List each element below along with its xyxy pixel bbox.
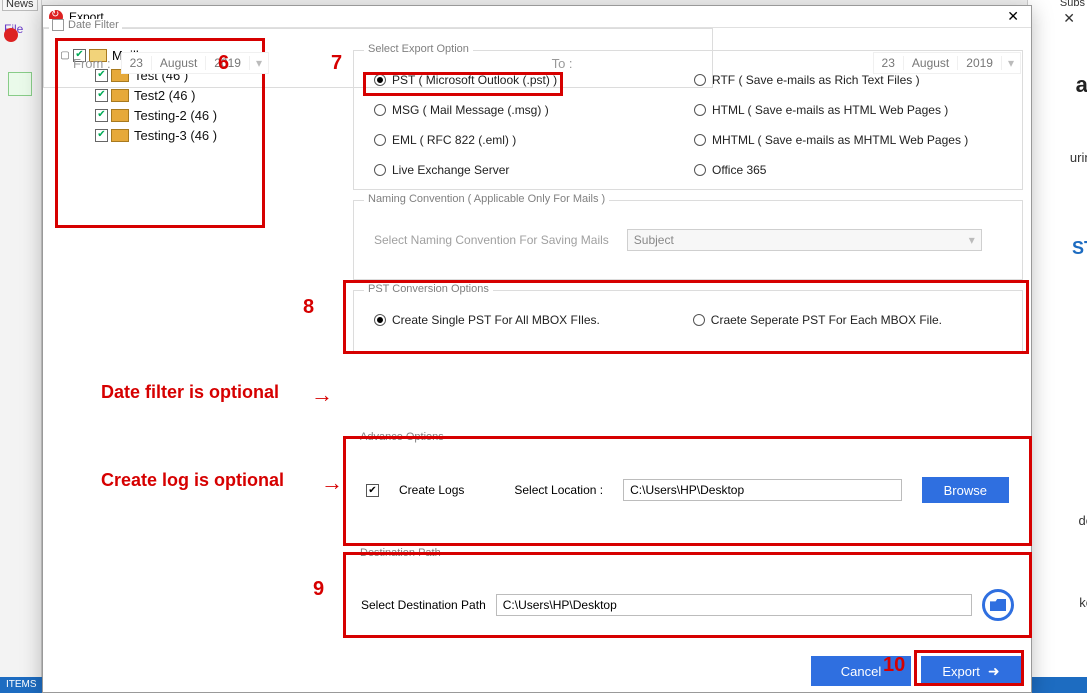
radio-icon [374,104,386,116]
radio-pst[interactable]: PST ( Microsoft Outlook (.pst) ) [374,73,557,87]
radio-exchange[interactable]: Live Exchange Server [374,163,557,177]
from-date: 23August2019▾ [121,52,269,74]
folder-icon [111,129,129,142]
bg-plus-icon [8,72,32,96]
bg-right-pane: ✕ Subs addy uring the l ST de ke [1027,0,1087,693]
bg-app-icon [4,28,18,42]
annotation-date-note: Date filter is optional [101,382,279,403]
tree-checkbox[interactable] [95,129,108,142]
pst-options-group: PST Conversion Options Create Single PST… [353,290,1023,352]
radio-icon [694,134,706,146]
radio-html[interactable]: HTML ( Save e-mails as HTML Web Pages ) [694,103,968,117]
collapse-icon[interactable]: ▢ [60,50,70,61]
tree-checkbox[interactable] [95,89,108,102]
tree-checkbox[interactable] [95,109,108,122]
bg-close-icon: ✕ [1063,10,1075,27]
browse-destination-button[interactable] [982,589,1014,621]
bg-left-strip: News File [0,0,42,693]
naming-legend: Naming Convention ( Applicable Only For … [364,193,609,205]
export-dialog: Export ✕ ▢ Mailbox Test (46 ) Test2 (46 … [42,5,1032,693]
radio-icon [694,74,706,86]
log-location-label: Select Location : [514,483,603,497]
close-button[interactable]: ✕ [1001,8,1025,25]
radio-mhtml[interactable]: MHTML ( Save e-mails as MHTML Web Pages … [694,133,968,147]
folder-icon [111,89,129,102]
log-location-input[interactable] [623,479,902,501]
to-label: To : [552,56,573,71]
radio-separate-pst[interactable]: Craete Seperate PST For Each MBOX File. [693,313,942,327]
arrow-icon: → [311,382,333,408]
annotation-10: 10 [883,654,905,677]
destination-legend: Destination Path [356,547,445,559]
radio-icon [374,74,386,86]
chevron-down-icon: ▾ [1002,56,1020,70]
radio-icon [694,104,706,116]
radio-o365[interactable]: Office 365 [694,163,968,177]
advance-options-group: Advance Options Create Logs Select Locat… [345,438,1030,544]
advance-legend: Advance Options [356,431,448,443]
tree-item[interactable]: Testing-2 (46 ) [82,105,260,125]
radio-icon [693,314,705,326]
export-button[interactable]: Export➜ [921,656,1021,686]
create-logs-checkbox[interactable] [366,484,379,497]
radio-eml[interactable]: EML ( RFC 822 (.eml) ) [374,133,557,147]
tree-item-label: Testing-3 (46 ) [134,128,217,143]
naming-convention-group: Naming Convention ( Applicable Only For … [353,200,1023,280]
folder-icon [990,599,1006,611]
titlebar: Export ✕ [43,6,1031,28]
chevron-down-icon: ▾ [250,56,268,70]
export-arrow-icon: ➜ [988,663,1000,680]
tree-item[interactable]: Test2 (46 ) [82,85,260,105]
browse-button[interactable]: Browse [922,477,1009,503]
bg-news-tab: News [2,0,38,11]
annotation-log-note: Create log is optional [101,470,284,491]
tree-item-label: Testing-2 (46 ) [134,108,217,123]
radio-single-pst[interactable]: Create Single PST For All MBOX FIles. [374,313,600,327]
naming-combo: Subject [627,229,982,251]
from-label: From : [73,56,111,71]
radio-rtf[interactable]: RTF ( Save e-mails as Rich Text Files ) [694,73,968,87]
annotation-6: 6 [218,52,229,75]
arrow-icon: → [321,470,343,496]
naming-label: Select Naming Convention For Saving Mail… [374,233,609,247]
radio-icon [374,314,386,326]
annotation-9: 9 [313,578,324,601]
to-date: 23August2019▾ [873,52,1021,74]
annotation-7: 7 [331,52,342,75]
pst-legend: PST Conversion Options [364,283,493,295]
destination-label: Select Destination Path [361,598,486,612]
destination-group: Destination Path Select Destination Path [345,554,1030,636]
radio-icon [374,134,386,146]
date-filter-checkbox[interactable] [52,19,64,31]
tree-item[interactable]: Testing-3 (46 ) [82,125,260,145]
radio-icon [374,164,386,176]
radio-icon [694,164,706,176]
create-logs-label: Create Logs [399,483,464,497]
destination-input[interactable] [496,594,972,616]
date-filter-legend: Date Filter [68,19,119,31]
annotation-8: 8 [303,296,314,319]
folder-icon [111,109,129,122]
radio-msg[interactable]: MSG ( Mail Message (.msg) ) [374,103,557,117]
tree-item-label: Test2 (46 ) [134,88,195,103]
